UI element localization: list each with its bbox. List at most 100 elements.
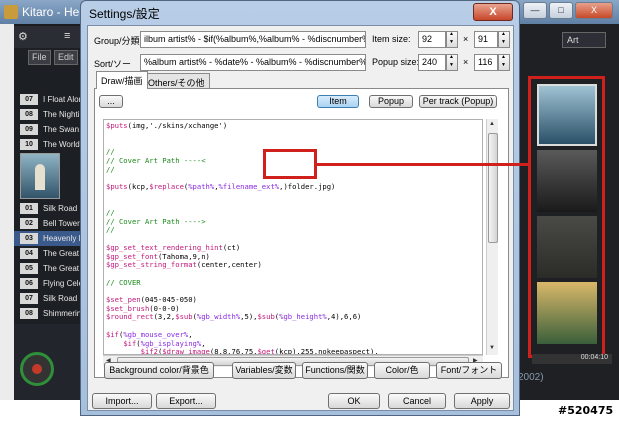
playlist-item[interactable]: 05 The Great: [14, 261, 84, 276]
annotation-box: [263, 149, 317, 179]
settings-dialog: Settings/設定 X Group/分類: ilbum artist% - …: [80, 0, 520, 416]
code-line: $round_rect(3,2,$sub(%gb_width%,5),$sub(…: [106, 312, 362, 322]
popup-width-input[interactable]: 240: [418, 54, 446, 71]
playlist-item[interactable]: 09 The Swan: [14, 122, 84, 137]
sort-input[interactable]: %album artist% - %date% - %album% - %dis…: [140, 54, 366, 71]
tab-file[interactable]: File: [28, 50, 51, 65]
playlist-item[interactable]: 06 Flying Cele: [14, 276, 84, 291]
import-button[interactable]: Import...: [92, 393, 152, 409]
scroll-up-icon[interactable]: ▲: [489, 121, 495, 127]
playlist-panel: ⚙ ≡ File Edit 07 I Float Alon 08 The Night…: [14, 26, 84, 400]
track-title: The Great: [43, 249, 80, 258]
minimize-button[interactable]: —: [523, 2, 547, 19]
popup-size-label: Popup size:: [372, 57, 420, 67]
popup-mode-button[interactable]: Popup: [369, 95, 413, 108]
font-button[interactable]: Font/フォント: [436, 362, 502, 379]
annotation-line: [317, 163, 531, 166]
playlist-item-selected[interactable]: 03 Heavenly F: [14, 231, 84, 246]
track-title: Silk Road (F: [43, 204, 84, 213]
item-size-label: Item size:: [372, 34, 411, 44]
code-line: $gp_set_string_format(center,center): [106, 260, 262, 270]
gear-icon[interactable]: ⚙: [18, 30, 28, 43]
volume-dial[interactable]: [20, 352, 54, 386]
playlist-item[interactable]: 07 Silk Road F: [14, 291, 84, 306]
track-number: 03: [20, 233, 38, 245]
sort-label: Sort/ソー: [94, 59, 132, 69]
ok-button[interactable]: OK: [328, 393, 380, 409]
times-sign: ×: [463, 34, 469, 44]
track-number: 05: [20, 263, 38, 275]
highlight-frame: [528, 76, 605, 358]
playlist-item[interactable]: 08 The Nightin: [14, 107, 84, 122]
window-controls: — □ X: [523, 2, 613, 19]
popup-width-spinner[interactable]: [446, 54, 458, 71]
playlist-item[interactable]: 02 Bell Tower: [14, 216, 84, 231]
track-title: Shimmering: [43, 309, 84, 318]
track-title: The Nightin: [43, 110, 84, 119]
export-button[interactable]: Export...: [156, 393, 216, 409]
track-title: The World: [43, 140, 80, 149]
color-button[interactable]: Color/色: [374, 362, 430, 379]
code-line: // Cover Art Path ---->: [106, 216, 206, 226]
track-title: Heavenly F: [43, 234, 84, 243]
times-sign: ×: [463, 57, 469, 67]
art-view-select[interactable]: Art: [562, 32, 606, 48]
dialog-close-button[interactable]: X: [473, 3, 513, 21]
background-color-button[interactable]: Background color/背景色: [104, 362, 214, 379]
art-panel-header: Art: [518, 26, 619, 48]
menu-icon[interactable]: ≡: [64, 30, 70, 42]
album-art-panel: Art 00:04:10 2002): [518, 24, 619, 400]
editor-vertical-scrollbar[interactable]: ▲ ▼: [486, 119, 498, 355]
track-title: I Float Alon: [43, 95, 84, 104]
per-track-popup-button[interactable]: Per track (Popup): [419, 95, 497, 108]
functions-button[interactable]: Functions/関数: [302, 362, 368, 379]
track-title: Bell Tower: [43, 219, 80, 228]
track-number: 02: [20, 218, 38, 230]
cancel-button[interactable]: Cancel: [388, 393, 446, 409]
playlist-item[interactable]: 10 The World: [14, 137, 84, 152]
item-height-spinner[interactable]: [498, 31, 510, 48]
desktop-strip: [0, 24, 14, 400]
apply-button[interactable]: Apply: [454, 393, 510, 409]
item-width-input[interactable]: 92: [418, 31, 446, 48]
tab-others[interactable]: Others/その他: [143, 73, 210, 89]
maximize-button[interactable]: □: [549, 2, 573, 19]
playlist-item[interactable]: 01 Silk Road (F: [14, 201, 84, 216]
group-label: Group/分類:: [94, 36, 143, 46]
track-number: 08: [20, 109, 38, 121]
code-line: //: [106, 225, 115, 235]
player-title: Kitaro - Hea: [22, 5, 87, 19]
popup-height-spinner[interactable]: [498, 54, 510, 71]
playlist-tabs: File Edit: [14, 50, 84, 66]
item-height-input[interactable]: 91: [474, 31, 498, 48]
tab-edit[interactable]: Edit: [54, 50, 78, 65]
item-width-spinner[interactable]: [446, 31, 458, 48]
item-mode-button[interactable]: Item: [317, 95, 359, 108]
popup-height-input[interactable]: 116: [474, 54, 498, 71]
group-input[interactable]: ilbum artist% - $if(%album%,%album% - %d…: [140, 31, 366, 48]
playlist-item[interactable]: 04 The Great: [14, 246, 84, 261]
tab-draw[interactable]: Draw/描画: [96, 71, 148, 89]
playlist-item[interactable]: 07 I Float Alon: [14, 92, 84, 107]
track-number: 06: [20, 278, 38, 290]
track-title: The Great: [43, 264, 80, 273]
variables-button[interactable]: Variables/変数: [232, 362, 296, 379]
playback-controls: [14, 324, 84, 400]
code-line: $if2($draw_image(8,8,76,75,$get(kcp),255…: [140, 347, 379, 355]
playlist-toolbar: ⚙ ≡: [14, 26, 84, 48]
code-line: // COVER: [106, 277, 141, 287]
code-line: $puts(img,'./skins/xchange'): [106, 121, 228, 130]
more-button[interactable]: ...: [99, 95, 123, 108]
track-number: 09: [20, 124, 38, 136]
scroll-thumb[interactable]: [488, 133, 498, 243]
track-number: 10: [20, 139, 38, 151]
track-number: 01: [20, 203, 38, 215]
scroll-down-icon[interactable]: ▼: [489, 345, 495, 351]
playlist-item[interactable]: 08 Shimmering: [14, 306, 84, 321]
track-title: The Swan: [43, 125, 80, 134]
close-button[interactable]: X: [575, 2, 613, 19]
